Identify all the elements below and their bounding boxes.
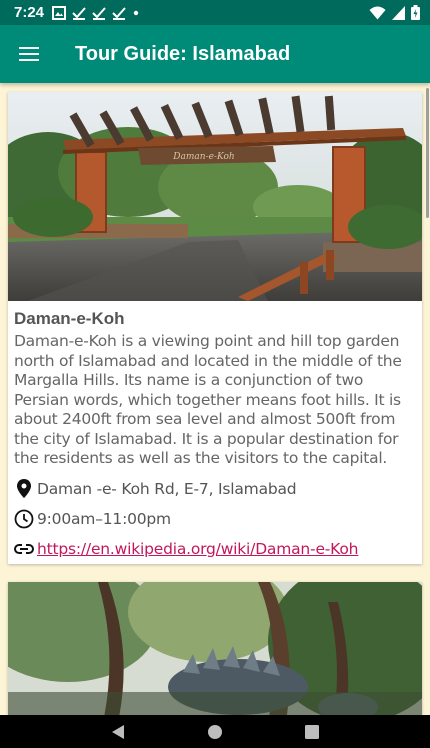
clock-icon xyxy=(14,509,34,529)
home-icon[interactable] xyxy=(207,724,223,740)
link-icon xyxy=(14,539,34,559)
place-image xyxy=(8,582,422,715)
link-row[interactable]: https://en.wikipedia.org/wiki/Daman-e-Ko… xyxy=(14,539,416,559)
status-time: 7:24 xyxy=(14,4,45,21)
address-row[interactable]: Daman -e- Koh Rd, E-7, Islamabad xyxy=(14,479,416,499)
place-card[interactable] xyxy=(8,582,422,715)
location-pin-icon xyxy=(14,479,34,499)
scrollbar[interactable] xyxy=(426,88,429,218)
system-icons xyxy=(369,5,420,20)
place-hours: 9:00am–11:00pm xyxy=(37,509,171,528)
status-bar: 7:24 xyxy=(0,0,430,25)
signal-icon xyxy=(392,5,405,20)
check-icon xyxy=(72,6,86,20)
dot-icon xyxy=(133,10,139,15)
navigation-bar xyxy=(0,715,430,748)
sign-text: Daman-e-Koh xyxy=(172,152,234,162)
recents-icon[interactable] xyxy=(304,724,320,740)
place-card[interactable]: Daman-e-Koh Daman-e-Koh Daman-e-Koh is a… xyxy=(8,92,422,564)
menu-button[interactable] xyxy=(0,25,58,83)
battery-icon xyxy=(411,5,420,20)
check-icon xyxy=(92,6,106,20)
image-notification-icon xyxy=(52,5,67,20)
back-icon[interactable] xyxy=(110,724,126,740)
app-title: Tour Guide: Islamabad xyxy=(75,42,291,65)
wifi-icon xyxy=(369,6,386,19)
place-details: Daman-e-Koh Daman-e-Koh is a viewing poi… xyxy=(8,301,422,559)
menu-icon xyxy=(19,47,39,61)
app-bar: Tour Guide: Islamabad xyxy=(0,25,430,83)
notification-icons xyxy=(52,5,140,20)
place-name: Daman-e-Koh xyxy=(14,309,125,328)
wikipedia-link[interactable]: https://en.wikipedia.org/wiki/Daman-e-Ko… xyxy=(37,540,358,558)
places-list[interactable]: Daman-e-Koh Daman-e-Koh Daman-e-Koh is a… xyxy=(0,83,430,715)
check-icon xyxy=(112,6,126,20)
place-image: Daman-e-Koh xyxy=(8,92,422,301)
place-address: Daman -e- Koh Rd, E-7, Islamabad xyxy=(37,479,297,498)
hours-row: 9:00am–11:00pm xyxy=(14,509,416,529)
place-description: Daman-e-Koh is a viewing point and hill … xyxy=(14,332,402,467)
